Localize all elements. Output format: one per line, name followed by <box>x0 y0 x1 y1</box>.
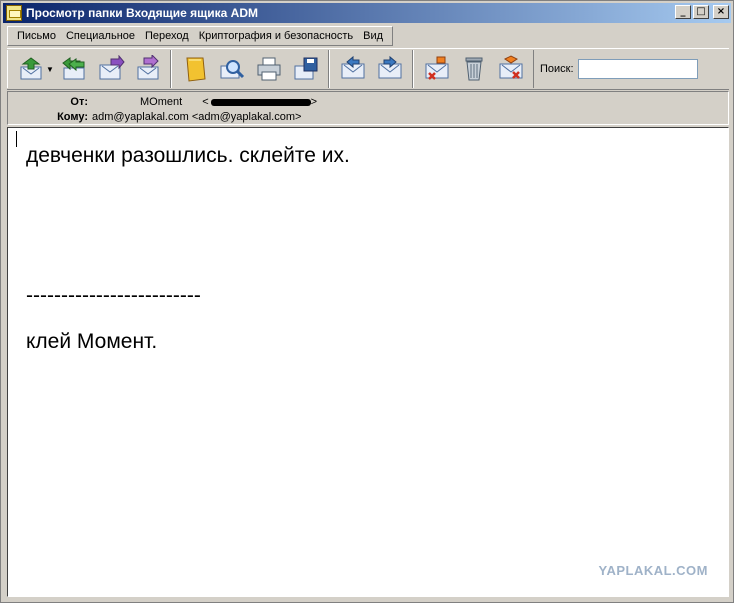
junk-icon <box>499 55 522 79</box>
message-line-2: клей Момент. <box>26 330 158 353</box>
redirect-button[interactable] <box>129 51 166 87</box>
menu-bar: Письмо Специальное Переход Криптография … <box>7 26 394 46</box>
menu-message[interactable]: Письмо <box>12 30 61 42</box>
reply-icon <box>20 57 41 80</box>
message-line-1: девченки разошлись. склейте их. <box>26 144 350 167</box>
previous-message-button[interactable] <box>334 51 371 87</box>
print-button[interactable] <box>250 51 287 87</box>
text-caret <box>16 131 17 147</box>
address-book-icon <box>185 57 206 82</box>
trash-icon <box>465 57 482 81</box>
toolbar-group-reply: ▼ <box>7 50 171 88</box>
watermark: YAPLAKAL.COM <box>598 563 708 578</box>
to-row: Кому: adm@yaplakal.com <adm@yaplakal.com… <box>8 110 301 124</box>
toolbar-group-tools <box>171 50 329 88</box>
delete-message-button[interactable] <box>418 51 455 87</box>
redacted-address <box>210 98 311 106</box>
delete-message-icon <box>425 56 448 80</box>
reply-all-button[interactable] <box>55 51 92 87</box>
from-label: От: <box>70 96 88 108</box>
reply-all-icon <box>61 57 84 80</box>
message-body[interactable]: девченки разошлись. склейте их. --------… <box>7 127 729 597</box>
forward-button[interactable] <box>92 51 129 87</box>
close-button[interactable]: × <box>713 5 729 19</box>
redirect-icon <box>137 55 159 80</box>
search-label: Поиск: <box>540 63 574 75</box>
forward-icon <box>99 55 125 80</box>
find-icon <box>220 60 244 79</box>
menu-crypto[interactable]: Криптография и безопасность <box>194 30 358 42</box>
window-title: Просмотр папки Входящие ящика ADM <box>26 6 259 20</box>
menu-go[interactable]: Переход <box>140 30 194 42</box>
find-button[interactable] <box>213 51 250 87</box>
print-icon <box>257 57 280 81</box>
viewer-window: Просмотр папки Входящие ящика ADM _ □ × … <box>0 0 734 603</box>
next-message-icon <box>378 55 401 79</box>
junk-button[interactable] <box>492 51 529 87</box>
to-value[interactable]: adm@yaplakal.com <adm@yaplakal.com> <box>92 111 301 123</box>
save-icon <box>294 57 317 80</box>
from-address-open: < <box>202 96 209 108</box>
trash-button[interactable] <box>455 51 492 87</box>
from-address-close: > <box>310 96 318 108</box>
save-button[interactable] <box>287 51 324 87</box>
toolbar-group-delete <box>413 50 534 88</box>
title-bar[interactable]: Просмотр папки Входящие ящика ADM _ □ × <box>3 3 731 23</box>
to-label: Кому: <box>57 111 88 123</box>
next-message-button[interactable] <box>371 51 408 87</box>
message-headers: От: MOment < > Кому: adm@yaplakal.com <a… <box>7 91 729 125</box>
address-book-button[interactable] <box>176 51 213 87</box>
search-input[interactable] <box>577 59 698 79</box>
toolbar-group-navigation <box>329 50 413 88</box>
reply-button[interactable] <box>12 51 49 87</box>
previous-message-icon <box>341 55 364 79</box>
minimize-button[interactable]: _ <box>675 5 691 19</box>
folder-icon <box>6 5 22 21</box>
window-controls: _ □ × <box>675 5 729 19</box>
menu-view[interactable]: Вид <box>358 30 388 42</box>
toolbar: ▼ Поиск: <box>7 48 729 90</box>
message-separator: ------------------------- <box>26 284 201 307</box>
from-name[interactable]: MOment <box>140 96 182 108</box>
from-row: От: MOment < > <box>8 95 317 109</box>
menu-special[interactable]: Специальное <box>61 30 140 42</box>
search-area: Поиск: <box>540 59 698 79</box>
maximize-button[interactable]: □ <box>693 5 709 19</box>
